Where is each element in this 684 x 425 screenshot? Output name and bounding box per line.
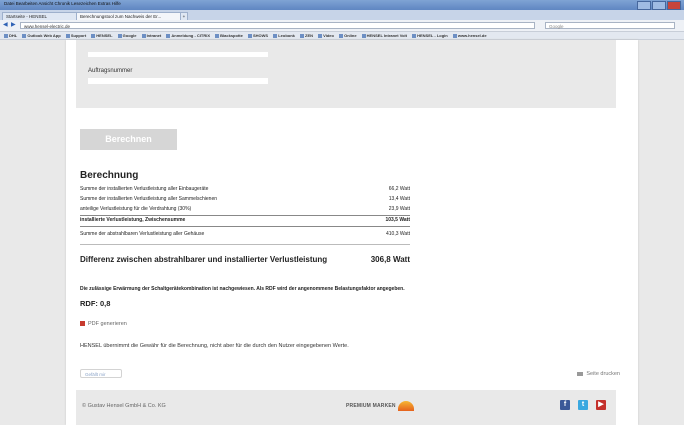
- back-icon[interactable]: ◀: [3, 22, 11, 29]
- bookmark-icon: [452, 33, 457, 38]
- bookmarks-bar: DHL Outlook Web App Support HENSEL Googl…: [0, 32, 684, 40]
- row-value: 410,3 Watt: [386, 231, 410, 237]
- copyright: © Gustav Hensel GmbH & Co. KG: [82, 403, 166, 409]
- calculate-button[interactable]: Berechnen: [80, 129, 177, 150]
- brand-logo-icon: [397, 401, 414, 411]
- bookmark-icon: [117, 33, 122, 38]
- result-title: Berechnung: [80, 170, 139, 181]
- difference-value: 306,8 Watt: [370, 255, 410, 264]
- pdf-icon: [80, 321, 85, 327]
- window-controls: [637, 1, 681, 10]
- bookmark-item[interactable]: Video: [318, 33, 334, 38]
- brand-logo-group[interactable]: PREMIUM MARKEN: [346, 401, 414, 411]
- pdf-link[interactable]: PDF generieren: [80, 321, 127, 327]
- bookmark-icon: [247, 33, 252, 38]
- row-value: 23,9 Watt: [388, 206, 410, 212]
- tab-bar: Startseite - HENSEL Berechnungstool zum …: [0, 10, 684, 21]
- bookmark-item[interactable]: Leobonk: [273, 33, 295, 38]
- pdf-label: PDF generieren: [88, 321, 127, 327]
- row-label: Summe der installierten Verlustleistung …: [80, 186, 209, 192]
- maximize-icon[interactable]: [652, 1, 666, 10]
- bookmark-icon: [22, 33, 27, 38]
- order-form: Auftragsnummer: [76, 40, 616, 108]
- printer-icon: [577, 371, 584, 376]
- row-value: 66,2 Watt: [388, 186, 410, 192]
- bookmark-item[interactable]: Intranet: [141, 33, 161, 38]
- bookmark-item[interactable]: ZEN: [300, 33, 313, 38]
- social-links: f t ▶: [560, 400, 606, 410]
- result-row: anteilige Verlustleistung für die Verdra…: [80, 205, 410, 214]
- row-label: installierte Verlustleistung, Zwischensu…: [80, 217, 186, 223]
- bookmark-item[interactable]: Outlook Web App: [22, 33, 61, 38]
- result-row: Summe der installierten Verlustleistung …: [80, 185, 410, 194]
- bookmark-item[interactable]: Blackspotte: [215, 33, 243, 38]
- subtotal-row: installierte Verlustleistung, Zwischensu…: [80, 216, 410, 225]
- divider: [80, 244, 410, 245]
- bookmark-icon: [361, 33, 366, 38]
- difference-row: Differenz zwischen abstrahlbarer und ins…: [80, 254, 410, 266]
- bookmark-icon: [91, 33, 96, 38]
- bookmark-icon: [4, 33, 8, 38]
- bookmark-icon: [65, 33, 70, 38]
- bookmark-icon: [300, 33, 305, 38]
- print-link[interactable]: Seite drucken: [577, 371, 620, 377]
- navigation-bar: ◀ ▶ www.hensel-electric.de Google: [0, 20, 684, 32]
- bookmark-item[interactable]: Anmeldung - CITRIX: [166, 33, 210, 38]
- twitter-icon[interactable]: t: [578, 400, 588, 410]
- minimize-icon[interactable]: [637, 1, 651, 10]
- rdf-value: RDF: 0,8: [80, 299, 111, 308]
- row-label: Summe der abstrahlbaren Verlustleistung …: [80, 231, 205, 237]
- brand-text: PREMIUM MARKEN: [346, 403, 396, 409]
- bookmark-icon: [339, 33, 344, 38]
- row-value: 13,4 Watt: [388, 196, 410, 202]
- result-row: Summe der abstrahlbaren Verlustleistung …: [80, 230, 410, 239]
- close-icon[interactable]: [667, 1, 681, 10]
- bookmark-item[interactable]: HENSEL: [91, 33, 113, 38]
- like-label: Gefällt mir: [85, 372, 106, 377]
- youtube-icon[interactable]: ▶: [596, 400, 606, 410]
- bookmark-item[interactable]: Support: [65, 33, 86, 38]
- row-value: 103,5 Watt: [385, 217, 410, 223]
- bookmark-icon: [215, 33, 220, 38]
- print-label: Seite drucken: [586, 371, 620, 377]
- bookmark-item[interactable]: HENSEL - Login: [412, 33, 448, 38]
- row-label: anteilige Verlustleistung für die Verdra…: [80, 206, 192, 212]
- result-row: Summe der installierten Verlustleistung …: [80, 195, 410, 204]
- bookmark-icon: [141, 33, 146, 38]
- bookmark-icon: [166, 33, 171, 38]
- search-bar[interactable]: Google: [545, 22, 675, 29]
- footer: © Gustav Hensel GmbH & Co. KG PREMIUM MA…: [76, 390, 616, 425]
- url-bar[interactable]: www.hensel-electric.de: [20, 22, 535, 29]
- disclaimer: HENSEL übernimmt die Gewähr für die Bere…: [80, 343, 349, 349]
- bookmark-item[interactable]: Google: [117, 33, 136, 38]
- previous-field[interactable]: [88, 52, 268, 57]
- proof-note: Die zulässige Erwärmung der Schaltgeräte…: [80, 286, 405, 292]
- bookmark-item[interactable]: HENSEL Intranet Volt: [361, 33, 407, 38]
- order-number-label: Auftragsnummer: [88, 68, 133, 74]
- forward-icon[interactable]: ▶: [11, 22, 19, 29]
- order-number-input[interactable]: [88, 78, 268, 84]
- difference-label: Differenz zwischen abstrahlbarer und ins…: [80, 255, 328, 264]
- bookmark-item[interactable]: Online: [339, 33, 357, 38]
- bookmark-item[interactable]: www.hensel.de: [452, 33, 487, 38]
- divider: [80, 226, 410, 227]
- bookmark-icon: [273, 33, 278, 38]
- like-button[interactable]: Gefällt mir: [80, 369, 122, 378]
- bookmark-icon: [318, 33, 323, 38]
- bookmark-icon: [412, 33, 417, 38]
- row-label: Summe der installierten Verlustleistung …: [80, 196, 218, 202]
- bookmark-item[interactable]: DHL: [4, 33, 17, 38]
- menu-bar[interactable]: Datei Bearbeiten Ansicht Chronik Lesezei…: [4, 1, 121, 6]
- facebook-icon[interactable]: f: [560, 400, 570, 410]
- bookmark-item[interactable]: SHOWS: [247, 33, 268, 38]
- window-titlebar: Datei Bearbeiten Ansicht Chronik Lesezei…: [0, 0, 684, 10]
- page-content: Auftragsnummer Berechnen Berechnung Summ…: [66, 40, 638, 425]
